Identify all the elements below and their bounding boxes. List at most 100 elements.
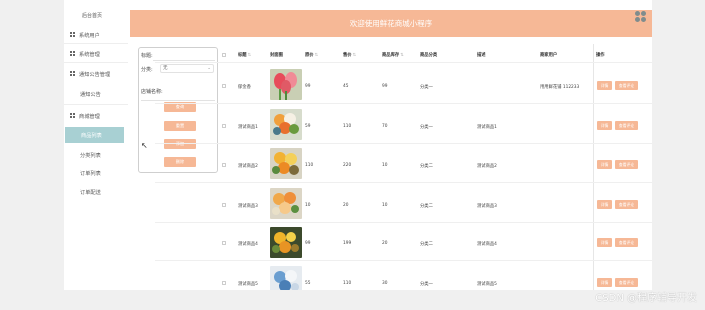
view-comments-button[interactable]: 查看评论 <box>615 200 638 209</box>
detail-button[interactable]: 详情 <box>597 278 612 287</box>
cell-sale: 220 <box>343 163 352 168</box>
detail-button[interactable]: 详情 <box>597 81 612 90</box>
detail-button[interactable]: 详情 <box>597 200 612 209</box>
cell-sale: 45 <box>343 84 349 89</box>
sidebar-item-system-users[interactable]: 系统用户 <box>64 27 128 43</box>
col-header-category: 商品分类 <box>420 53 438 58</box>
cell-title: 测试商品2 <box>238 164 258 169</box>
product-thumbnail <box>270 148 302 179</box>
delete-button[interactable]: 删除 <box>164 157 196 167</box>
add-button[interactable]: 添加 <box>164 139 196 149</box>
view-comments-button[interactable]: 查看评论 <box>615 160 638 169</box>
grid-icon <box>70 51 76 57</box>
reset-button[interactable]: 重置 <box>164 121 196 131</box>
sidebar-item-category-list[interactable]: 分类列表 <box>64 147 128 163</box>
col-header-desc: 描述 <box>477 53 486 58</box>
cell-desc: 测试商品2 <box>477 164 497 169</box>
title-label: 标题: <box>141 53 153 59</box>
sidebar-item-label: 通知公告 <box>80 91 101 98</box>
sidebar: 后台首页 系统用户 系统管理 通知公告管理 通知公告 商城管理 商品列表 分类列… <box>64 0 128 290</box>
cell-title: 测试商品3 <box>238 204 258 209</box>
detail-button[interactable]: 详情 <box>597 160 612 169</box>
view-comments-button[interactable]: 查看评论 <box>615 81 638 90</box>
cell-category: 分类二 <box>420 164 433 169</box>
row-checkbox[interactable] <box>222 203 226 207</box>
cell-price: 59 <box>305 124 311 129</box>
sidebar-item-label: 订单列表 <box>80 170 101 177</box>
cell-sale: 110 <box>343 281 352 286</box>
cell-category: 分类二 <box>420 242 433 247</box>
app-frame: 后台首页 系统用户 系统管理 通知公告管理 通知公告 商城管理 商品列表 分类列… <box>64 0 652 290</box>
row-checkbox[interactable] <box>222 84 226 88</box>
product-thumbnail <box>270 227 302 258</box>
cell-stock: 99 <box>382 84 388 89</box>
cell-category: 分类一 <box>420 85 433 90</box>
cell-category: 分类一 <box>420 282 433 287</box>
page-title: 欢迎使用鲜花商城小程序 <box>349 19 433 28</box>
select-all-checkbox[interactable] <box>222 53 226 57</box>
cell-title: 郁金香 <box>238 85 251 90</box>
cell-category: 分类一 <box>420 125 433 130</box>
col-header-sale[interactable]: 售价⇅ <box>343 52 356 58</box>
cell-stock: 10 <box>382 203 388 208</box>
cell-category: 分类二 <box>420 204 433 209</box>
sidebar-item-order-delivery[interactable]: 订单配送 <box>64 184 128 200</box>
cell-stock: 30 <box>382 281 388 286</box>
sidebar-item-system-management[interactable]: 系统管理 <box>64 46 128 62</box>
sidebar-item-order-list[interactable]: 订单列表 <box>64 165 128 181</box>
sidebar-item-mall-management[interactable]: 商城管理 <box>64 108 128 124</box>
col-header-title[interactable]: 标题⇅ <box>238 52 251 58</box>
sidebar-item-label: 系统管理 <box>79 51 100 58</box>
product-thumbnail <box>270 69 302 100</box>
cell-price: 10 <box>305 203 311 208</box>
view-comments-button[interactable]: 查看评论 <box>615 278 638 287</box>
sidebar-item-label: 分类列表 <box>80 152 101 159</box>
category-select[interactable]: 无 ⌄ <box>160 64 214 73</box>
grid-icon <box>70 32 76 38</box>
sidebar-item-label: 系统用户 <box>79 32 100 39</box>
cell-desc: 测试商品4 <box>477 242 497 247</box>
cell-desc: 测试商品3 <box>477 204 497 209</box>
cell-sale: 199 <box>343 241 352 246</box>
chevron-down-icon: ⌄ <box>207 66 211 71</box>
cell-stock: 10 <box>382 163 388 168</box>
watermark: CSDN @程序辅导开发 <box>595 293 697 304</box>
col-header-price[interactable]: 原价⇅ <box>305 52 318 58</box>
sidebar-item-label: 通知公告管理 <box>79 71 111 78</box>
product-thumbnail <box>270 266 302 290</box>
row-checkbox[interactable] <box>222 281 226 285</box>
detail-button[interactable]: 详情 <box>597 238 612 247</box>
cell-price: 110 <box>305 163 314 168</box>
row-checkbox[interactable] <box>222 163 226 167</box>
cell-price: 99 <box>305 84 311 89</box>
cell-desc: 测试商品1 <box>477 125 497 130</box>
sidebar-item-label: 商城管理 <box>79 113 100 120</box>
product-thumbnail <box>270 188 302 219</box>
category-label: 分类: <box>141 67 153 73</box>
search-panel: 标题: 分类: 无 ⌄ 店铺名称: 查询 重置 添加 删除 <box>138 47 218 173</box>
grid-icon <box>70 71 76 77</box>
sidebar-item-notice-management[interactable]: 通知公告管理 <box>64 66 128 82</box>
view-comments-button[interactable]: 查看评论 <box>615 121 638 130</box>
sidebar-item-notice[interactable]: 通知公告 <box>64 86 128 102</box>
col-header-merchant: 商家用户 <box>540 53 558 58</box>
shop-name-input[interactable] <box>141 92 215 101</box>
title-input[interactable] <box>153 52 215 61</box>
page-header: 欢迎使用鲜花商城小程序 <box>130 10 652 37</box>
flower-icon <box>635 11 647 23</box>
col-header-stock[interactable]: 商品库存⇅ <box>382 52 404 58</box>
cell-title: 测试商品5 <box>238 282 258 287</box>
cell-price: 99 <box>305 241 311 246</box>
detail-button[interactable]: 详情 <box>597 121 612 130</box>
cell-title: 测试商品4 <box>238 242 258 247</box>
cell-stock: 70 <box>382 124 388 129</box>
sidebar-item-product-list[interactable]: 商品列表 <box>65 127 124 143</box>
sidebar-home[interactable]: 后台首页 <box>82 12 102 19</box>
row-checkbox[interactable] <box>222 124 226 128</box>
col-header-actions: 操作 <box>596 53 605 58</box>
cell-stock: 20 <box>382 241 388 246</box>
col-header-cover: 封面图 <box>270 53 283 58</box>
cell-price: 55 <box>305 281 311 286</box>
row-checkbox[interactable] <box>222 241 226 245</box>
view-comments-button[interactable]: 查看评论 <box>615 238 638 247</box>
